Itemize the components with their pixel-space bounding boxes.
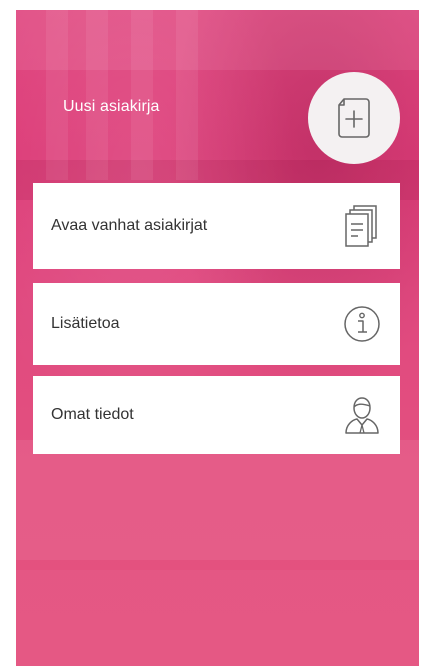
background-stripe <box>176 10 198 180</box>
background-band <box>16 570 419 666</box>
background-stripe <box>46 10 68 180</box>
app-screen: Uusi asiakirja Avaa vanhat asiakirjat Li… <box>16 10 419 666</box>
background-stripe <box>131 10 153 180</box>
info-icon <box>340 302 384 346</box>
new-document-label: Uusi asiakirja <box>63 98 160 115</box>
background-stripe <box>86 10 108 180</box>
user-icon <box>340 393 384 437</box>
open-old-documents-button[interactable]: Avaa vanhat asiakirjat <box>33 183 400 269</box>
more-info-button[interactable]: Lisätietoa <box>33 283 400 365</box>
documents-icon <box>340 204 384 248</box>
background-band <box>16 10 419 70</box>
my-details-label: Omat tiedot <box>51 406 134 423</box>
more-info-label: Lisätietoa <box>51 315 120 332</box>
open-old-documents-label: Avaa vanhat asiakirjat <box>51 217 208 234</box>
my-details-button[interactable]: Omat tiedot <box>33 376 400 454</box>
new-document-button[interactable] <box>308 72 400 164</box>
background-band <box>16 440 419 560</box>
new-document-icon <box>338 98 370 138</box>
